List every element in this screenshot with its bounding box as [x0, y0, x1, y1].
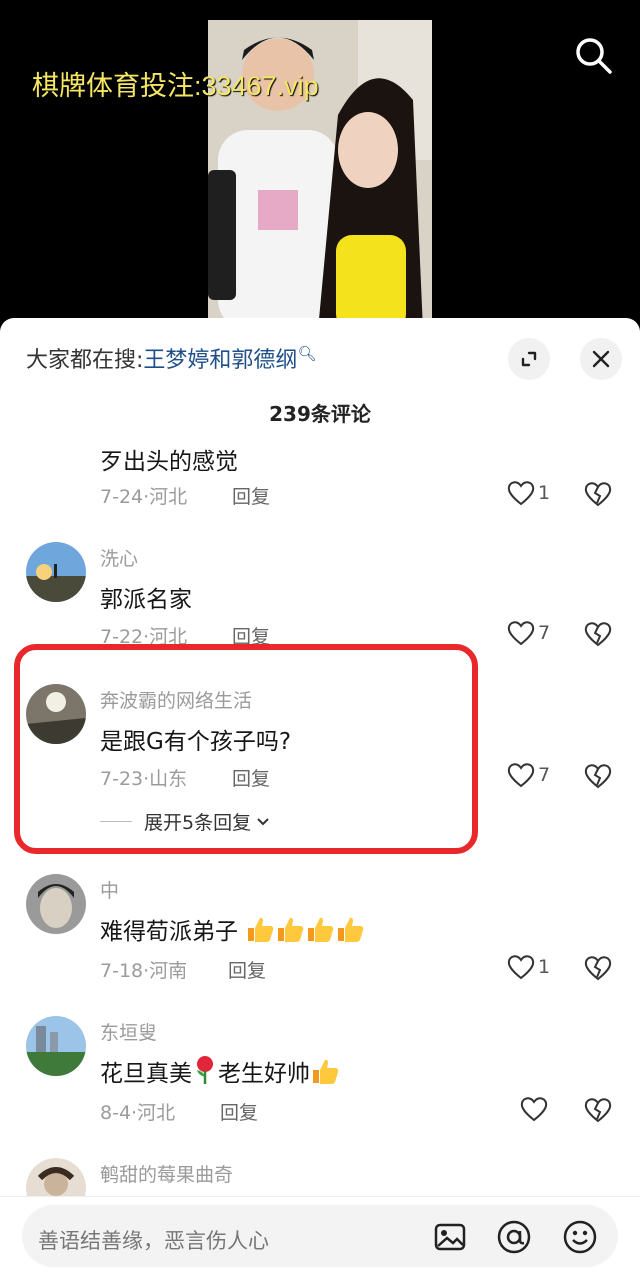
like-button[interactable]: 1: [507, 480, 550, 506]
comment-username[interactable]: 鹌甜的莓果曲奇: [100, 1160, 233, 1187]
broken-heart-icon[interactable]: [584, 954, 612, 982]
comment-text[interactable]: 是跟G有个孩子吗?: [100, 722, 291, 756]
comment-text[interactable]: 郭派名家: [100, 580, 192, 614]
comment-region: 河北: [137, 1102, 176, 1124]
comment-region: 山东: [149, 768, 188, 790]
comment-region: 河北: [149, 486, 188, 508]
comment-date: 7-24: [100, 486, 144, 508]
comment-text[interactable]: 花旦真美 老生好帅: [100, 1054, 340, 1091]
hot-search-prefix: 大家都在搜:: [26, 348, 144, 373]
like-button[interactable]: 1: [507, 954, 550, 980]
comments-panel: 大家都在搜:王梦婷和郭德纲🔍︎ 239条评论 歹出头的感觉 7-24·河北 回复…: [0, 318, 640, 1276]
comment-meta: 8-4·河北: [100, 1102, 176, 1124]
broken-heart-icon[interactable]: [584, 762, 612, 790]
broken-heart-icon[interactable]: [584, 1096, 612, 1124]
comment-username[interactable]: 洗心: [100, 544, 138, 571]
hot-search-bar[interactable]: 大家都在搜:王梦婷和郭德纲🔍︎: [26, 342, 316, 374]
close-icon[interactable]: [580, 338, 622, 380]
comment-date: 7-18: [100, 960, 144, 982]
comment-text-part: 老生好帅: [218, 1061, 310, 1087]
comment-meta: 7-18·河南: [100, 960, 188, 982]
like-button[interactable]: 7: [507, 620, 550, 646]
heart-icon: [507, 763, 535, 788]
expand-icon[interactable]: [508, 338, 550, 380]
comment-date: 7-23: [100, 768, 144, 790]
comment-meta: 7-23·山东: [100, 768, 188, 790]
search-icon[interactable]: [574, 36, 614, 76]
avatar[interactable]: [26, 1016, 86, 1076]
comment-username[interactable]: 奔波霸的网络生活: [100, 686, 252, 713]
small-search-icon: 🔍︎: [297, 344, 317, 363]
like-count: 7: [538, 622, 551, 644]
comment-text-part: 花旦真美: [100, 1061, 192, 1087]
thumbs-up-emoji: [310, 1057, 340, 1091]
like-count: 1: [538, 956, 551, 978]
reply-button[interactable]: 回复: [220, 1098, 258, 1125]
smiley-icon[interactable]: [562, 1219, 598, 1255]
reply-button[interactable]: 回复: [232, 622, 270, 649]
broken-heart-icon[interactable]: [584, 480, 612, 508]
comment-meta: 7-24·河北: [100, 486, 188, 508]
comment-region: 河北: [149, 626, 188, 648]
comment-date: 8-4: [100, 1102, 132, 1124]
image-icon[interactable]: [432, 1219, 468, 1255]
chevron-down-icon: [257, 817, 269, 825]
comment-text[interactable]: 歹出头的感觉: [100, 442, 238, 476]
comment-input-bar: 善语结善缘，恶言伤人心: [0, 1196, 640, 1277]
reply-button[interactable]: 回复: [232, 764, 270, 791]
expand-replies-button[interactable]: 展开5条回复: [100, 808, 271, 835]
thumbs-up-emoji: [245, 915, 275, 949]
broken-heart-icon[interactable]: [584, 620, 612, 648]
avatar[interactable]: [26, 684, 86, 744]
comment-text-value: 难得荀派弟子: [100, 919, 238, 945]
comment-count: 239条评论: [269, 402, 371, 426]
like-count: 7: [538, 764, 551, 786]
like-button[interactable]: [520, 1096, 551, 1122]
hot-search-keyword[interactable]: 王梦婷和郭德纲: [143, 348, 297, 373]
comment-text[interactable]: 难得荀派弟子: [100, 912, 365, 949]
at-icon[interactable]: [496, 1219, 532, 1255]
reply-button[interactable]: 回复: [232, 482, 270, 509]
reply-button[interactable]: 回复: [228, 956, 266, 983]
expand-replies-label: 展开5条回复: [144, 812, 252, 834]
avatar[interactable]: [26, 874, 86, 934]
like-count: 1: [538, 482, 551, 504]
thumbs-up-emoji: [335, 915, 365, 949]
heart-icon: [507, 481, 535, 506]
heart-icon: [507, 955, 535, 980]
rose-emoji: [192, 1055, 218, 1091]
comment-input-placeholder: 善语结善缘，恶言伤人心: [38, 1229, 269, 1253]
comment-date: 7-22: [100, 626, 144, 648]
divider: [100, 821, 132, 822]
avatar[interactable]: [26, 542, 86, 602]
video-area[interactable]: 棋牌体育投注:33467.vip: [0, 0, 640, 330]
comment-meta: 7-22·河北: [100, 626, 188, 648]
comment-region: 河南: [149, 960, 188, 982]
like-button[interactable]: 7: [507, 762, 550, 788]
comment-username[interactable]: 中: [100, 876, 119, 903]
thumbs-up-emoji: [275, 915, 305, 949]
thumbs-up-emoji: [305, 915, 335, 949]
watermark: 棋牌体育投注:33467.vip: [32, 71, 319, 101]
heart-icon: [507, 621, 535, 646]
comment-username[interactable]: 东垣叟: [100, 1018, 157, 1045]
heart-icon: [520, 1097, 548, 1122]
